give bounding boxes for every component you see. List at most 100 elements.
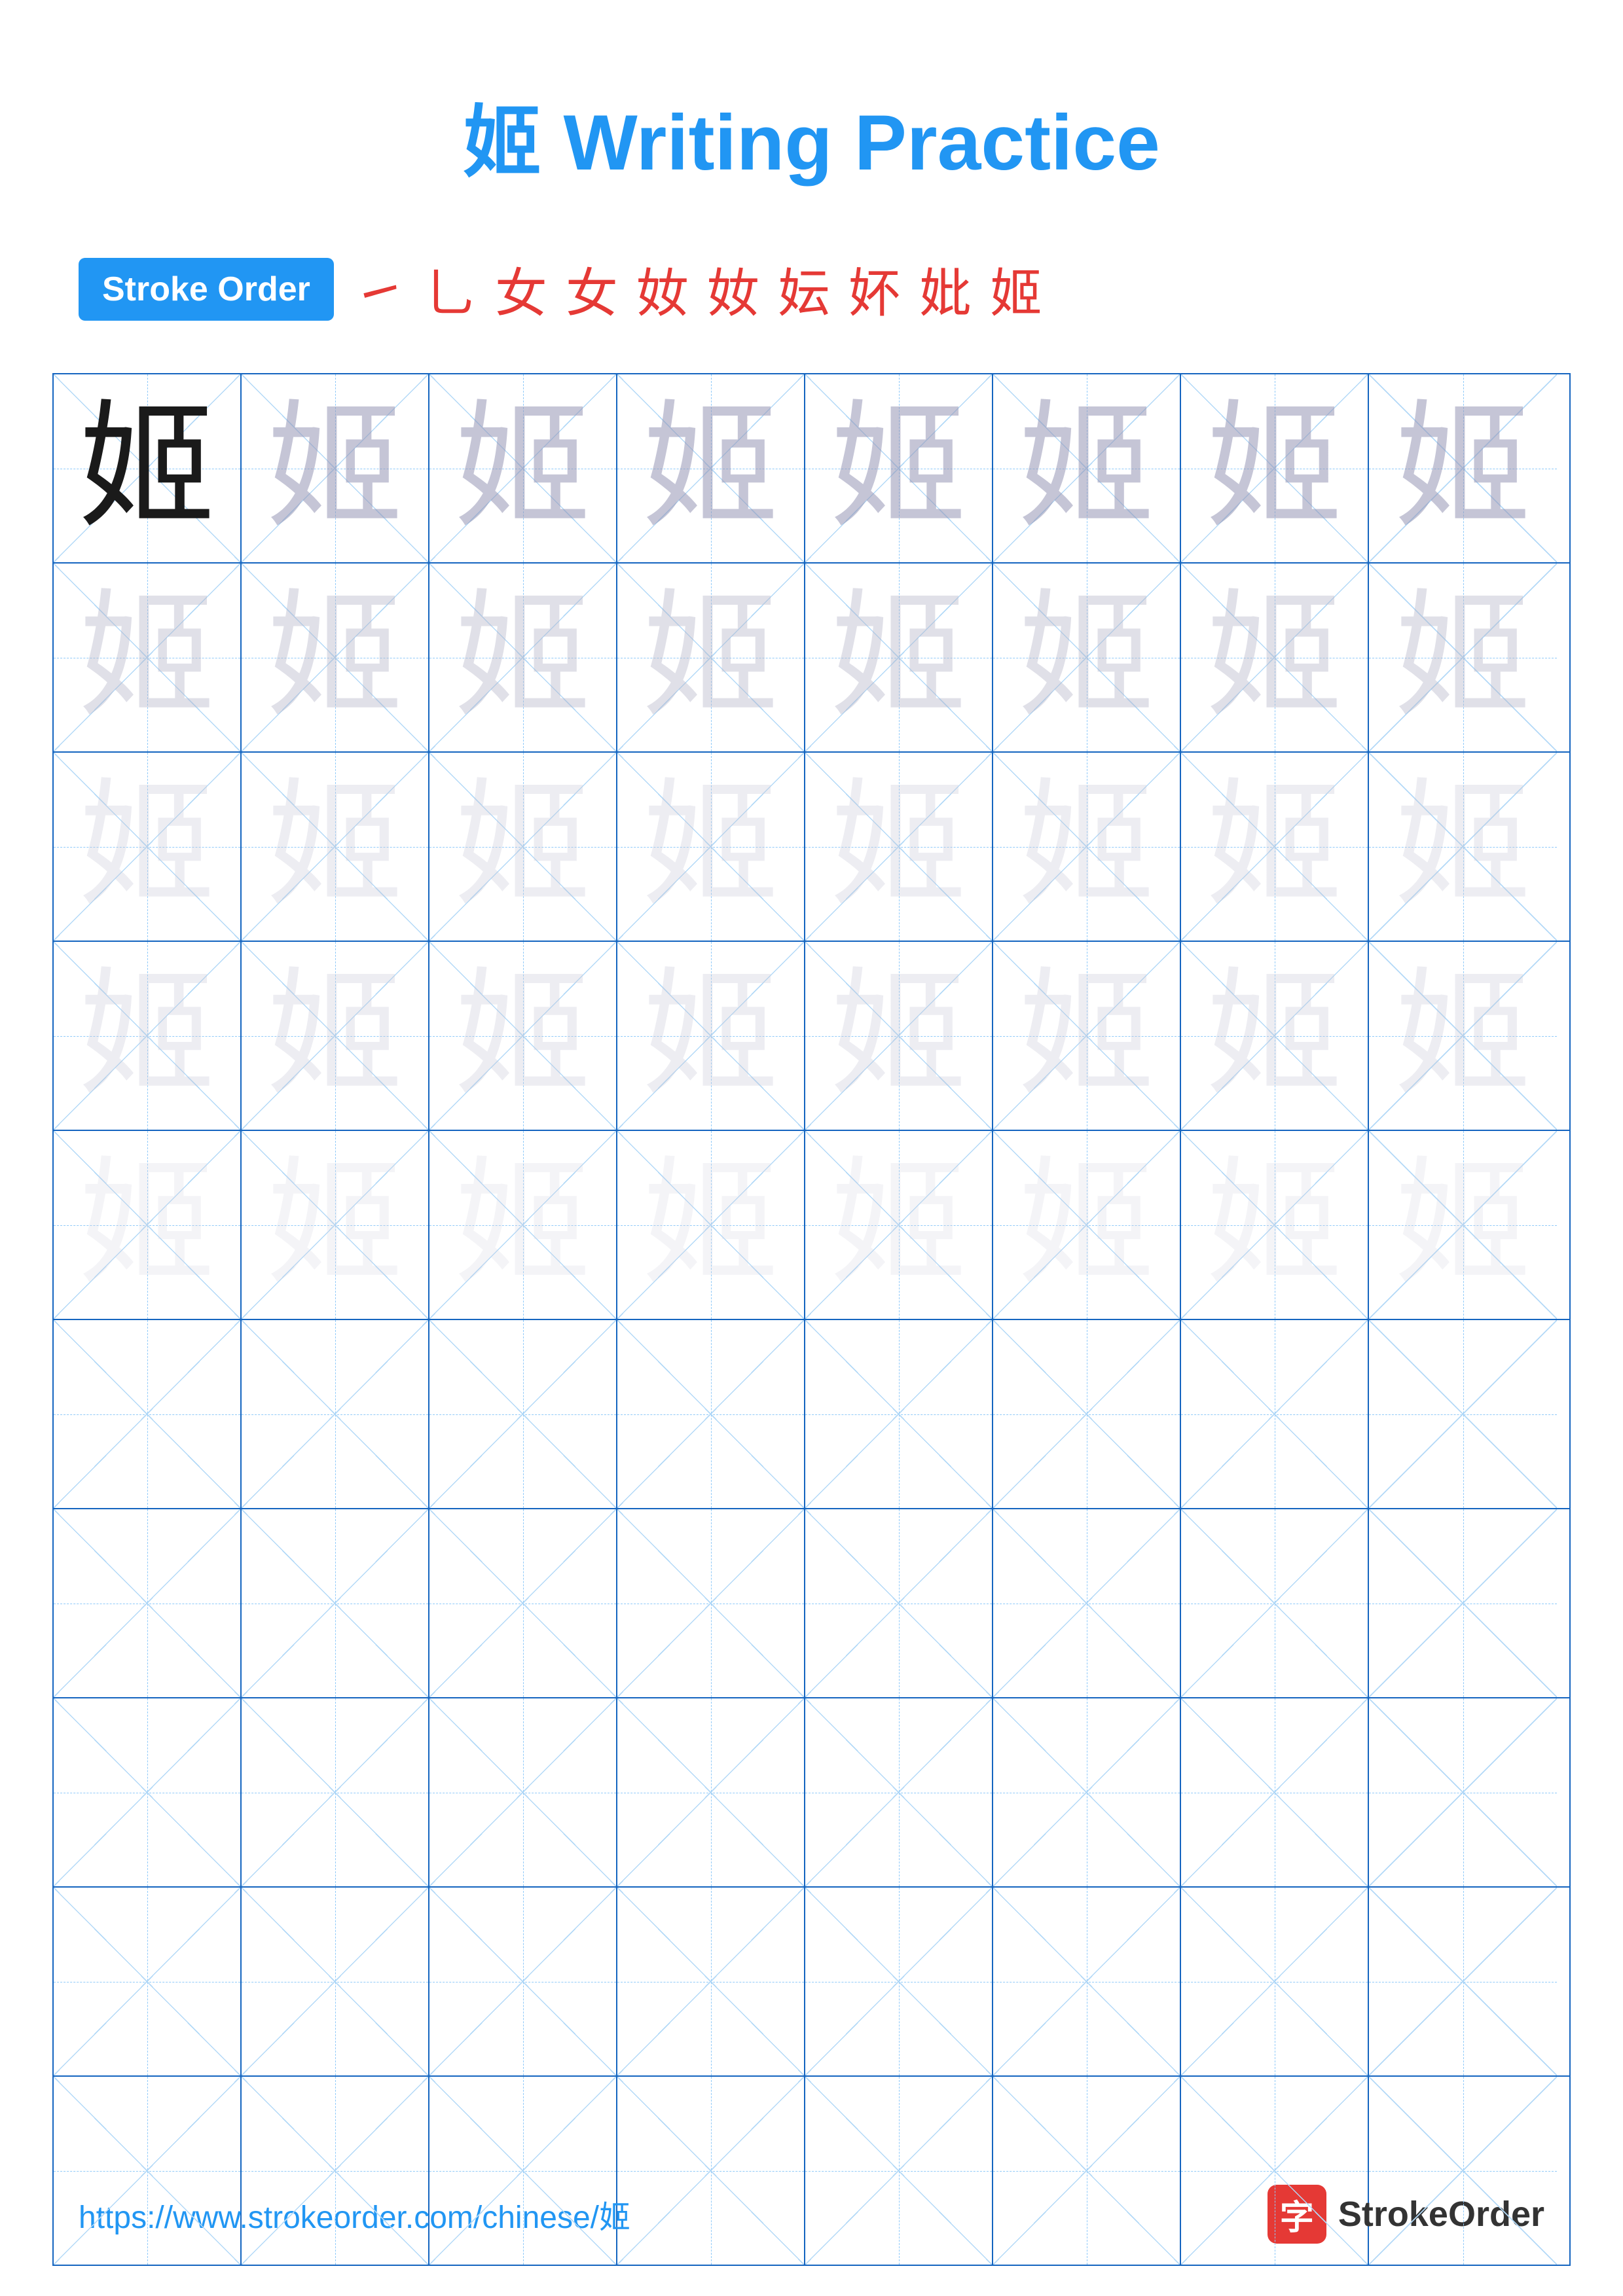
- grid-cell: [242, 2077, 429, 2265]
- character-guide: 姬: [78, 1157, 215, 1294]
- grid-row: [54, 1698, 1569, 1888]
- character-guide: 姬: [1205, 400, 1343, 537]
- stroke-order-section: Stroke Order ㇀ 乚 女 女 奻 奻 妘 妚 妣 姬: [0, 232, 1623, 353]
- stroke-step-8: 妚: [848, 251, 901, 327]
- stroke-step-2: 乚: [424, 251, 477, 327]
- character-guide: 姬: [1205, 778, 1343, 916]
- grid-cell: 姬: [993, 1131, 1181, 1319]
- grid-cell: 姬: [617, 942, 805, 1130]
- grid-cell: [1181, 1698, 1369, 1886]
- grid-cell: [54, 1698, 242, 1886]
- grid-cell: [1181, 1888, 1369, 2075]
- grid-cell: [1181, 1509, 1369, 1697]
- grid-cell: [1181, 2077, 1369, 2265]
- grid-cell: 姬: [429, 1131, 617, 1319]
- stroke-steps: ㇀ 乚 女 女 奻 奻 妘 妚 妣 姬: [354, 251, 1042, 327]
- stroke-step-9: 妣: [919, 251, 972, 327]
- character-guide: 姬: [1017, 589, 1155, 726]
- grid-cell: 姬: [1369, 564, 1557, 751]
- grid-cell: [242, 1698, 429, 1886]
- character-guide: 姬: [1394, 1157, 1531, 1294]
- character-guide: 姬: [266, 778, 403, 916]
- grid-cell: 姬: [1369, 942, 1557, 1130]
- grid-row: 姬 姬 姬 姬 姬 姬 姬 姬: [54, 942, 1569, 1131]
- grid-cell: [993, 1320, 1181, 1508]
- character-guide: 姬: [454, 967, 591, 1105]
- grid-cell: [805, 2077, 993, 2265]
- grid-cell: [993, 1888, 1181, 2075]
- grid-row: 姬 姬 姬 姬 姬 姬 姬 姬: [54, 564, 1569, 753]
- grid-cell: [1369, 1698, 1557, 1886]
- grid-cell: 姬: [54, 374, 242, 562]
- grid-cell: 姬: [617, 753, 805, 941]
- character-guide: 姬: [78, 589, 215, 726]
- stroke-step-3: 女: [495, 251, 547, 327]
- grid-cell: 姬: [242, 1131, 429, 1319]
- grid-cell: 姬: [617, 1131, 805, 1319]
- grid-cell: 姬: [617, 564, 805, 751]
- grid-cell: 姬: [993, 753, 1181, 941]
- character-guide: 姬: [266, 1157, 403, 1294]
- grid-cell: 姬: [805, 753, 993, 941]
- character-guide: 姬: [1205, 967, 1343, 1105]
- grid-cell: [429, 1888, 617, 2075]
- character-guide: 姬: [454, 778, 591, 916]
- grid-cell: 姬: [1369, 753, 1557, 941]
- grid-cell: [242, 1888, 429, 2075]
- stroke-step-7: 妘: [778, 251, 830, 327]
- grid-cell: [805, 1509, 993, 1697]
- character-guide: 姬: [830, 778, 967, 916]
- grid-cell: 姬: [1181, 564, 1369, 751]
- character-guide: 姬: [454, 589, 591, 726]
- character-guide: 姬: [1394, 967, 1531, 1105]
- character-guide: 姬: [1017, 1157, 1155, 1294]
- grid-cell: [805, 1320, 993, 1508]
- writing-grid: 姬 姬 姬 姬 姬 姬 姬 姬: [52, 373, 1571, 2266]
- grid-cell: 姬: [54, 1131, 242, 1319]
- grid-cell: [242, 1509, 429, 1697]
- stroke-step-6: 奻: [707, 251, 759, 327]
- grid-cell: [54, 2077, 242, 2265]
- grid-row: [54, 1888, 1569, 2077]
- character-guide: 姬: [78, 967, 215, 1105]
- character-guide: 姬: [266, 400, 403, 537]
- grid-cell: [1369, 1320, 1557, 1508]
- grid-cell: [54, 1888, 242, 2075]
- character-guide: 姬: [266, 967, 403, 1105]
- character-guide: 姬: [1017, 778, 1155, 916]
- grid-cell: 姬: [805, 564, 993, 751]
- grid-cell: [429, 1320, 617, 1508]
- grid-cell: [805, 1888, 993, 2075]
- character-guide: 姬: [642, 1157, 779, 1294]
- page-title: 姬 Writing Practice: [0, 0, 1623, 232]
- grid-cell: [617, 1509, 805, 1697]
- character-guide: 姬: [1394, 778, 1531, 916]
- character-guide: 姬: [454, 400, 591, 537]
- grid-cell: 姬: [805, 942, 993, 1130]
- grid-cell: 姬: [1181, 753, 1369, 941]
- character-dark: 姬: [78, 400, 215, 537]
- stroke-step-10: 姬: [990, 251, 1042, 327]
- grid-cell: 姬: [805, 374, 993, 562]
- character-guide: 姬: [1017, 967, 1155, 1105]
- grid-cell: [54, 1320, 242, 1508]
- grid-cell: 姬: [993, 942, 1181, 1130]
- grid-cell: 姬: [54, 564, 242, 751]
- grid-cell: 姬: [429, 753, 617, 941]
- character-guide: 姬: [1205, 1157, 1343, 1294]
- grid-cell: 姬: [1181, 374, 1369, 562]
- grid-cell: [429, 1509, 617, 1697]
- grid-cell: 姬: [805, 1131, 993, 1319]
- grid-cell: 姬: [1369, 1131, 1557, 1319]
- grid-cell: 姬: [1181, 942, 1369, 1130]
- character-guide: 姬: [266, 589, 403, 726]
- stroke-step-5: 奻: [636, 251, 689, 327]
- grid-cell: [805, 1698, 993, 1886]
- character-guide: 姬: [1394, 589, 1531, 726]
- character-guide: 姬: [642, 400, 779, 537]
- grid-cell: [1369, 1888, 1557, 2075]
- grid-cell: [617, 1698, 805, 1886]
- grid-cell: [54, 1509, 242, 1697]
- grid-cell: [242, 1320, 429, 1508]
- grid-cell: [993, 2077, 1181, 2265]
